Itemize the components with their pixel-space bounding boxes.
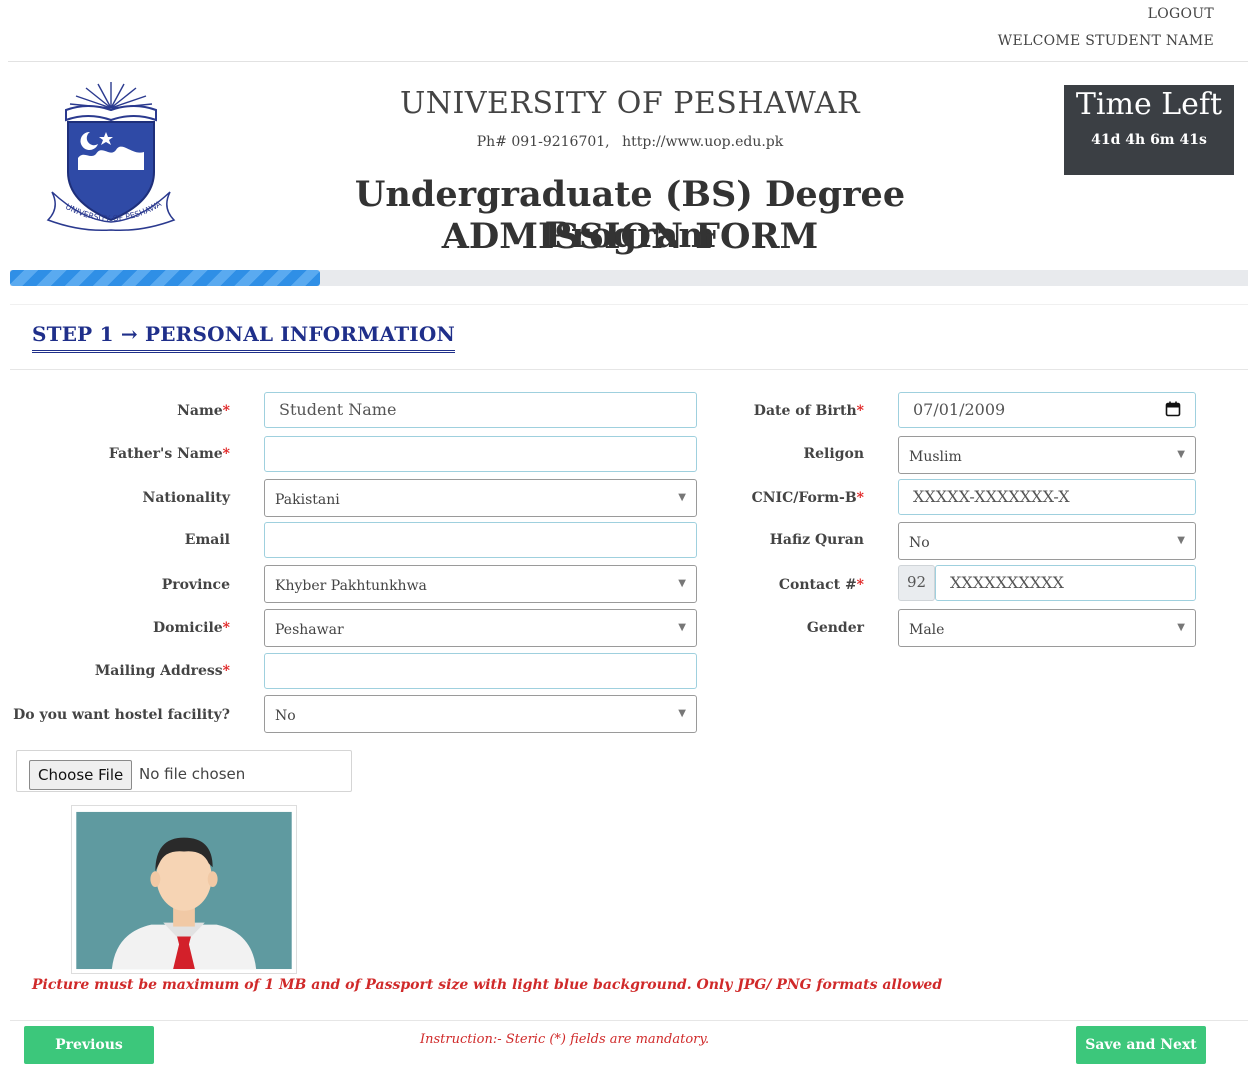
step-title: STEP 1 → PERSONAL INFORMATION	[32, 322, 455, 353]
nationality-select[interactable]: Pakistani ▼	[264, 479, 697, 517]
calendar-icon[interactable]	[1165, 401, 1181, 417]
chevron-down-icon: ▼	[1177, 622, 1185, 633]
name-label: Name*	[177, 403, 230, 419]
mailing-address-input[interactable]	[264, 653, 697, 689]
contact-line: Ph# 091-9216701, http://www.uop.edu.pk	[330, 134, 930, 150]
domicile-label: Domicile*	[152, 620, 230, 636]
mandatory-instruction: Instruction:- Steric (*) fields are mand…	[420, 1032, 710, 1047]
contact-label: Contact #*	[778, 577, 864, 593]
avatar-placeholder	[71, 805, 297, 974]
name-input[interactable]: Student Name	[264, 392, 697, 428]
religion-select[interactable]: Muslim ▼	[898, 436, 1196, 474]
save-and-next-button[interactable]: Save and Next	[1076, 1026, 1206, 1064]
timer-label: Time Left	[1075, 87, 1223, 122]
chevron-down-icon: ▼	[678, 708, 686, 719]
photo-upload: Choose File No file chosen	[16, 750, 352, 792]
gender-label: Gender	[806, 620, 864, 636]
welcome-text: WELCOME STUDENT NAME	[997, 33, 1214, 49]
mailing-address-label: Mailing Address*	[94, 663, 230, 679]
dob-input[interactable]: 07/01/2009	[898, 392, 1196, 428]
hafiz-quran-select[interactable]: No ▼	[898, 522, 1196, 560]
dob-label: Date of Birth*	[753, 403, 864, 419]
chevron-down-icon: ▼	[678, 578, 686, 589]
university-logo: UNIVERSITY OF PESHAWAR	[40, 80, 176, 232]
cnic-input[interactable]: XXXXX-XXXXXXX-X	[898, 479, 1196, 515]
domicile-select[interactable]: Peshawar ▼	[264, 609, 697, 647]
hostel-select[interactable]: No ▼	[264, 695, 697, 733]
countdown-timer: Time Left 41d 4h 6m 41s	[1064, 85, 1234, 175]
header-divider	[8, 61, 1248, 62]
chevron-down-icon: ▼	[1177, 449, 1185, 460]
contact-input[interactable]: XXXXXXXXXX	[935, 565, 1196, 601]
father-name-input[interactable]	[264, 436, 697, 472]
website-link[interactable]: http://www.uop.edu.pk	[622, 134, 783, 150]
nationality-label: Nationality	[142, 490, 230, 506]
chevron-down-icon: ▼	[1177, 535, 1185, 546]
chevron-down-icon: ▼	[678, 622, 686, 633]
file-status: No file chosen	[139, 765, 246, 783]
gender-select[interactable]: Male ▼	[898, 609, 1196, 647]
hostel-label: Do you want hostel facility?	[13, 707, 230, 723]
cnic-label: CNIC/Form-B*	[751, 490, 864, 506]
province-select[interactable]: Khyber Pakhtunkhwa ▼	[264, 565, 697, 603]
progress-bar	[10, 270, 1248, 286]
religion-label: Religon	[803, 446, 864, 462]
photo-requirements-note: Picture must be maximum of 1 MB and of P…	[32, 977, 943, 993]
country-code: 92	[898, 565, 935, 601]
form-title: ADMISSION FORM	[441, 216, 819, 257]
email-input[interactable]	[264, 522, 697, 558]
previous-button[interactable]: Previous	[24, 1026, 154, 1064]
hafiz-quran-label: Hafiz Quran	[769, 532, 864, 548]
step-divider	[10, 369, 1248, 370]
email-label: Email	[184, 532, 230, 548]
logout-link[interactable]: LOGOUT	[1148, 6, 1214, 22]
phone-number: Ph# 091-9216701,	[476, 134, 610, 150]
timer-value: 41d 4h 6m 41s	[1091, 132, 1207, 148]
progress-fill	[10, 270, 320, 286]
province-label: Province	[161, 577, 230, 593]
choose-file-button[interactable]: Choose File	[29, 760, 133, 790]
top-bar: LOGOUT WELCOME STUDENT NAME	[0, 0, 1248, 60]
university-name: UNIVERSITY OF PESHAWAR	[399, 86, 861, 121]
chevron-down-icon: ▼	[678, 492, 686, 503]
father-name-label: Father's Name*	[108, 446, 230, 462]
footer-divider	[10, 1020, 1248, 1021]
